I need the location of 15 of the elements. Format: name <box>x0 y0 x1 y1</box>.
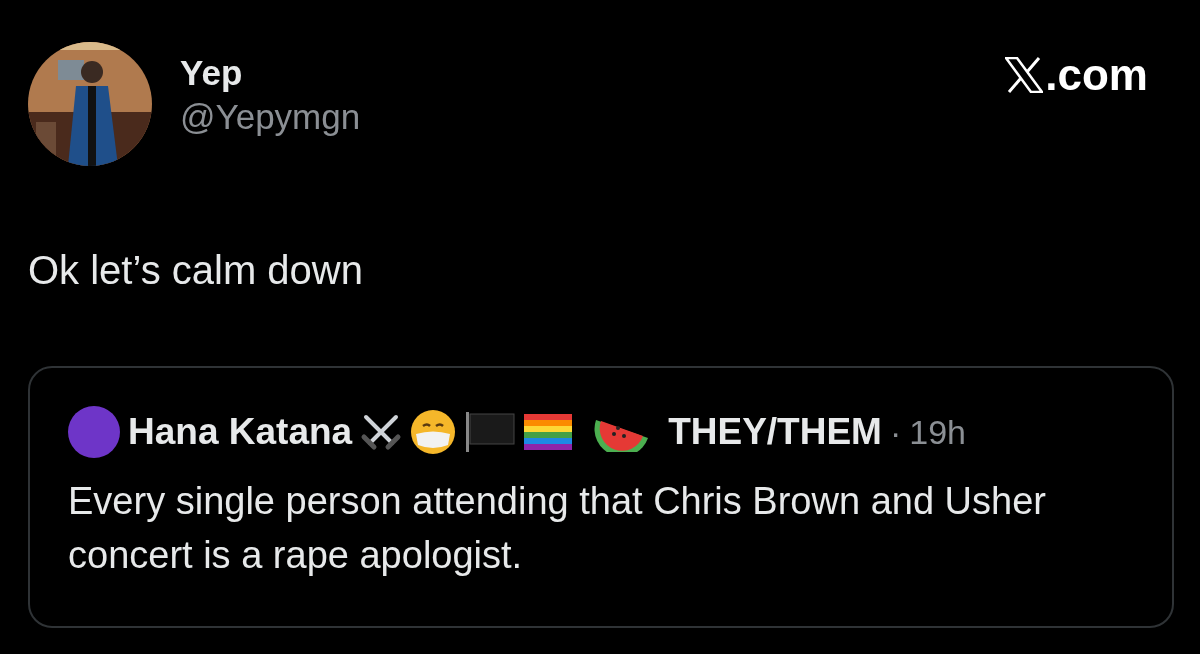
rainbow-flag-icon <box>524 414 573 450</box>
quoted-author-name: Hana Katana <box>128 411 353 453</box>
pronouns-text: THEY/THEM <box>668 411 882 453</box>
author-handle[interactable]: @Yepymgn <box>180 96 361 138</box>
timestamp: 19h <box>909 412 966 452</box>
author-name[interactable]: Yep <box>180 52 361 94</box>
brand-text: .com <box>1045 50 1148 100</box>
flag-icon <box>464 410 517 454</box>
x-logo-icon <box>1005 57 1044 93</box>
separator-dot: · <box>889 412 902 452</box>
quoted-tweet-card[interactable]: Hana Katana THEY/THEM · 19h Every single person attending that Chris Brown and Usher concert is a rape apologist. <box>28 366 1174 628</box>
avatar-icon <box>68 406 120 458</box>
quoted-tweet-text: Every single person attending that Chris Brown and Usher concert is a rape apologist. <box>68 479 1047 578</box>
tweet-text: Ok let’s calm down <box>28 247 364 294</box>
masked-face-icon <box>410 409 457 455</box>
